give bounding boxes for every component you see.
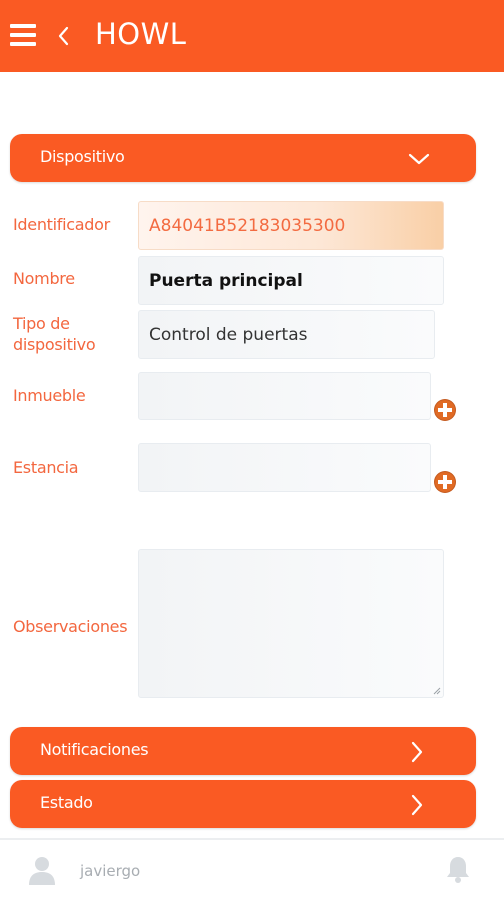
top-bar: HOWL — [0, 0, 504, 72]
add-estancia-icon[interactable] — [433, 470, 457, 494]
observaciones-label: Observaciones — [13, 617, 128, 636]
menu-icon[interactable] — [10, 24, 36, 46]
estancia-field[interactable] — [138, 443, 431, 492]
app-title: HOWL — [95, 17, 187, 51]
chevron-down-icon — [408, 153, 430, 165]
nombre-label: Nombre — [13, 269, 75, 288]
username: javiergo — [80, 862, 141, 880]
tipo-label: Tipo de dispositivo — [13, 313, 96, 355]
identificador-field: A84041B52183035300 — [138, 201, 444, 250]
footer-bar: javiergo — [0, 838, 504, 902]
tipo-value: Control de puertas — [149, 324, 308, 345]
section-estado-header[interactable]: Estado — [10, 780, 476, 828]
section-dispositivo-label: Dispositivo — [40, 147, 125, 166]
tipo-label-line2: dispositivo — [13, 335, 96, 354]
tipo-label-line1: Tipo de — [13, 314, 70, 333]
add-inmueble-icon[interactable] — [433, 398, 457, 422]
section-notificaciones-header[interactable]: Notificaciones — [10, 727, 476, 775]
identificador-value: A84041B52183035300 — [149, 215, 346, 236]
tipo-field[interactable]: Control de puertas — [138, 310, 435, 359]
inmueble-field[interactable] — [138, 372, 431, 420]
identificador-label: Identificador — [13, 215, 110, 234]
chevron-right-icon — [411, 741, 423, 763]
bell-icon[interactable] — [444, 854, 472, 884]
avatar[interactable] — [26, 854, 58, 886]
observaciones-textarea[interactable] — [138, 549, 444, 698]
nombre-value: Puerta principal — [149, 270, 303, 291]
resize-grip-icon[interactable] — [433, 687, 441, 695]
estancia-label: Estancia — [13, 458, 79, 477]
back-icon[interactable] — [52, 22, 76, 50]
inmueble-label: Inmueble — [13, 386, 86, 405]
section-notificaciones-label: Notificaciones — [40, 740, 149, 759]
nombre-field[interactable]: Puerta principal — [138, 256, 444, 305]
section-dispositivo-header[interactable]: Dispositivo — [10, 134, 476, 182]
chevron-right-icon — [411, 794, 423, 816]
section-estado-label: Estado — [40, 793, 93, 812]
